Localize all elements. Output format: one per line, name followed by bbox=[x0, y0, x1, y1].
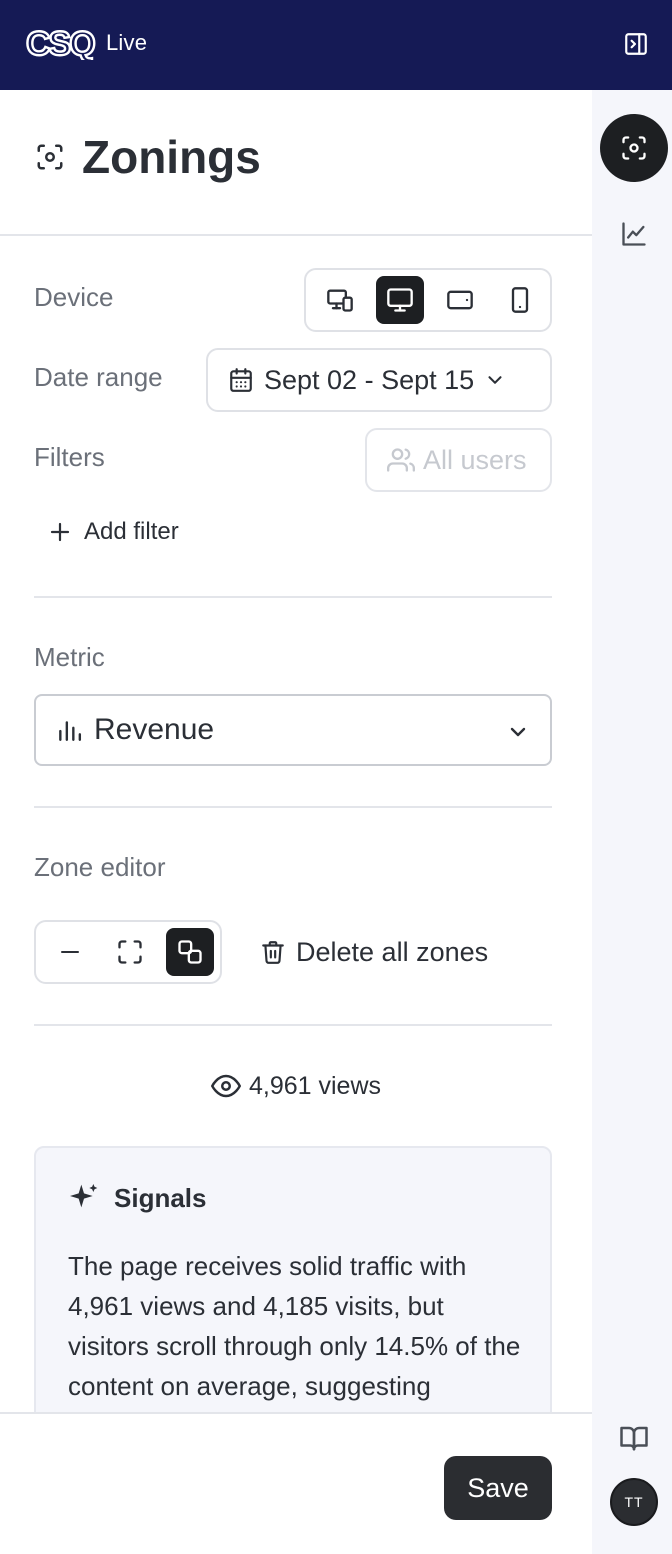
panel-header: Zonings bbox=[34, 130, 261, 184]
divider bbox=[34, 806, 552, 808]
zone-link-tool[interactable] bbox=[166, 928, 214, 976]
zone-select-tool[interactable] bbox=[106, 928, 154, 976]
date-range-label: Date range bbox=[34, 362, 163, 392]
svg-text:CSQ: CSQ bbox=[26, 26, 95, 60]
rail-analytics-button[interactable] bbox=[616, 216, 652, 252]
segment-selector[interactable]: All users bbox=[365, 428, 552, 492]
divider bbox=[34, 1024, 552, 1026]
tablet-icon bbox=[447, 290, 473, 310]
desktop-icon bbox=[387, 288, 413, 312]
views-value: 4,961 views bbox=[248, 1071, 382, 1100]
collapse-panel-button[interactable] bbox=[620, 28, 652, 60]
filters-label: Filters bbox=[34, 442, 105, 472]
book-open-icon bbox=[620, 1426, 648, 1451]
device-desktop-button[interactable] bbox=[376, 276, 424, 324]
zoning-icon bbox=[34, 141, 66, 173]
page-title: Zonings bbox=[82, 131, 261, 183]
metric-label: Metric bbox=[34, 642, 105, 672]
zone-remove-tool[interactable] bbox=[46, 928, 94, 976]
plus-icon bbox=[50, 522, 70, 542]
signals-card: Signals The page receives solid traffic … bbox=[34, 1146, 552, 1412]
metric-select[interactable]: Revenue bbox=[34, 694, 552, 766]
delete-all-zones-button[interactable]: Delete all zones bbox=[260, 932, 488, 972]
add-filter-button[interactable]: Add filter bbox=[48, 514, 179, 550]
metric-value: Revenue bbox=[94, 713, 215, 746]
avatar[interactable]: TT bbox=[610, 1478, 658, 1526]
date-range-value: Sept 02 - Sept 15 bbox=[264, 364, 475, 395]
line-chart-icon bbox=[622, 222, 646, 246]
signals-title: Signals bbox=[114, 1182, 207, 1213]
signals-header: Signals bbox=[68, 1182, 206, 1214]
device-all-button[interactable] bbox=[316, 276, 364, 324]
zone-editor-label: Zone editor bbox=[34, 852, 166, 882]
views-count: 4,961 views bbox=[0, 1066, 592, 1106]
sparkle-icon bbox=[70, 1184, 98, 1208]
panel-footer: Save bbox=[0, 1412, 592, 1554]
minus-icon bbox=[61, 951, 79, 953]
sidebar-collapse-icon bbox=[625, 33, 647, 55]
logo[interactable]: CSQ Live bbox=[26, 26, 147, 60]
rail-zoning-button[interactable] bbox=[600, 114, 668, 182]
divider bbox=[34, 596, 552, 598]
mobile-icon bbox=[511, 287, 529, 313]
bar-chart-icon bbox=[59, 721, 82, 741]
date-range-picker[interactable]: Sept 02 - Sept 15 bbox=[206, 348, 552, 412]
divider bbox=[0, 234, 592, 236]
rail-docs-button[interactable] bbox=[616, 1420, 652, 1456]
chevron-down-icon bbox=[488, 376, 502, 384]
device-label: Device bbox=[34, 282, 114, 312]
csq-logo-icon: CSQ bbox=[26, 26, 96, 60]
product-name: Live bbox=[106, 30, 148, 55]
top-bar: CSQ Live bbox=[0, 0, 672, 90]
chevron-down-icon bbox=[510, 727, 526, 737]
right-rail: TT bbox=[592, 90, 672, 1554]
device-mobile-button[interactable] bbox=[496, 276, 544, 324]
devices-icon bbox=[327, 289, 353, 312]
device-toggle-group bbox=[304, 268, 552, 332]
trash-icon bbox=[262, 941, 284, 964]
users-icon bbox=[387, 448, 415, 472]
eye-icon bbox=[210, 1074, 241, 1098]
frame-select-icon bbox=[118, 940, 142, 964]
save-button[interactable]: Save bbox=[444, 1456, 552, 1520]
link-zones-icon bbox=[178, 940, 202, 964]
zonings-panel: Zonings Device Date range Sept 02 - Sept… bbox=[0, 90, 592, 1412]
calendar-icon bbox=[230, 368, 252, 392]
signals-text: The page receives solid traffic with 4,9… bbox=[68, 1251, 521, 1401]
zoning-icon bbox=[622, 136, 646, 160]
delete-all-zones-label: Delete all zones bbox=[296, 936, 489, 967]
zone-tool-group bbox=[34, 920, 222, 984]
device-tablet-button[interactable] bbox=[436, 276, 484, 324]
segment-value: All users bbox=[423, 444, 527, 475]
add-filter-label: Add filter bbox=[84, 518, 179, 545]
